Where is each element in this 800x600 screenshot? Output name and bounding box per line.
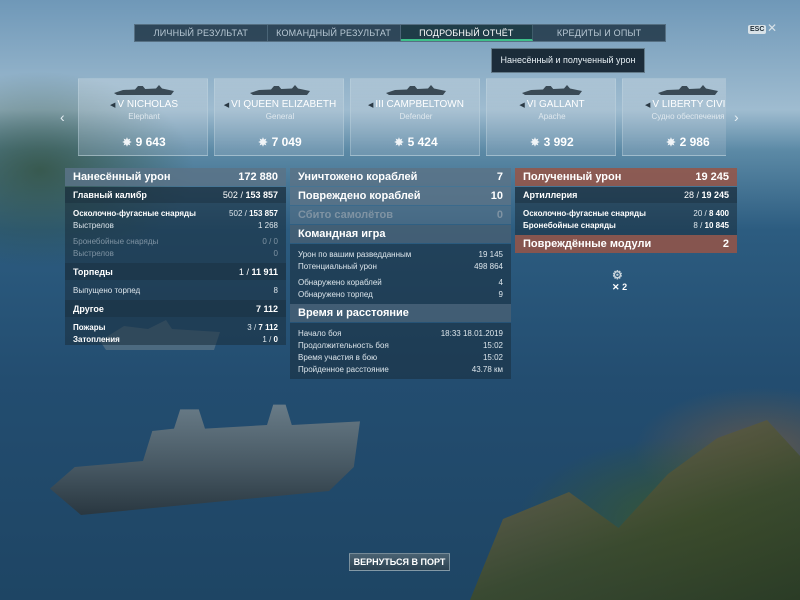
ship-name: CAMPBELTOWN bbox=[386, 99, 464, 110]
ship-damage: 9 643 bbox=[135, 135, 166, 149]
ship-silhouette bbox=[522, 85, 582, 95]
ship-damage: 7 049 bbox=[271, 135, 302, 149]
damage-icon: ✸ bbox=[394, 137, 404, 149]
battle-stats-panel: Уничтожено кораблей 7 Повреждено корабле… bbox=[290, 168, 511, 379]
other-damage-row: Другое 7 112 bbox=[65, 300, 286, 317]
participation-time-row: Время участия в бою 15:02 bbox=[290, 351, 511, 363]
ship-silhouette bbox=[114, 85, 174, 95]
distance-traveled-row: Пройденное расстояние 43.78 км bbox=[290, 363, 511, 375]
damage-dealt-panel: Нанесённый урон 172 880 Главный калибр 5… bbox=[65, 168, 286, 345]
close-icon[interactable]: ✕ bbox=[767, 22, 777, 34]
damaged-ships-carousel: ◀ V NICHOLAS Elephant ✸ 9 643 ◀ VI QUEEN EL… bbox=[78, 78, 726, 156]
ship-card[interactable]: ◀ VI GALLANT Apache ✸ 3 992 bbox=[486, 78, 616, 156]
spotting-damage-row: Урон по вашим разведданным 19 145 bbox=[290, 248, 511, 260]
ship-name: LIBERTY CIVIL bbox=[661, 99, 726, 110]
main-battery-row: Главный калибр 502 / 153 857 bbox=[65, 187, 286, 203]
torpedoes-fired-row: Выпущено торпед 8 bbox=[65, 284, 286, 296]
damage-icon: ✸ bbox=[258, 137, 268, 149]
player-name: Elephant bbox=[128, 112, 160, 121]
teamplay-section-title: Командная игра bbox=[290, 225, 511, 243]
ship-damage: 2 986 bbox=[679, 135, 710, 149]
damage-received-header: Полученный урон 19 245 bbox=[515, 168, 737, 186]
ship-card[interactable]: ◀ V NICHOLAS Elephant ✸ 9 643 bbox=[78, 78, 208, 156]
tab-personal-result[interactable]: ЛИЧНЫЙ РЕЗУЛЬТАТ bbox=[135, 25, 268, 41]
artillery-row: Артиллерия 28 / 19 245 bbox=[515, 187, 737, 203]
received-he-row: Осколочно-фугасные снаряды 20 / 8 400 bbox=[515, 207, 737, 219]
destroyer-icon: ◀ bbox=[110, 102, 116, 109]
time-distance-section-title: Время и расстояние bbox=[290, 304, 511, 322]
ap-shells-row: Бронебойные снаряды 0 / 0 bbox=[65, 235, 286, 247]
esc-key-hint[interactable]: ESC bbox=[748, 25, 767, 34]
ship-tier: VI bbox=[526, 99, 537, 110]
ship-silhouette bbox=[250, 85, 310, 95]
player-name: Apache bbox=[538, 112, 566, 121]
fires-row: Пожары 3 / 7 112 bbox=[65, 321, 286, 333]
ship-card[interactable]: ◀ III CAMPBELTOWN Defender ✸ 5 424 bbox=[350, 78, 480, 156]
background-rocks bbox=[470, 420, 800, 600]
battleship-icon: ◀ bbox=[223, 102, 230, 109]
tab-credits-xp[interactable]: КРЕДИТЫ И ОПЫТ bbox=[533, 25, 665, 41]
ships-damaged-row: Повреждено кораблей 10 bbox=[290, 187, 511, 205]
player-name: Судно обеспечения bbox=[651, 112, 725, 121]
planes-shot-down-row: Сбито самолётов 0 bbox=[290, 206, 511, 224]
carousel-prev-icon[interactable]: ‹ bbox=[60, 110, 65, 124]
tooltip: Нанесённый и полученный урон bbox=[491, 48, 645, 73]
ship-name: QUEEN ELIZABETH bbox=[243, 99, 337, 110]
damage-icon: ✸ bbox=[530, 137, 540, 149]
module-x-icon: ✕ bbox=[612, 282, 620, 292]
he-shots-row: Выстрелов 1 268 bbox=[65, 219, 286, 231]
ship-silhouette bbox=[386, 85, 446, 95]
module-damage-indicator: ⚙ ✕ 2 bbox=[612, 268, 636, 296]
player-name: General bbox=[265, 112, 295, 121]
ship-tier: VI bbox=[231, 99, 241, 110]
carousel-next-icon[interactable]: › bbox=[734, 110, 739, 124]
battle-duration-row: Продолжительность боя 15:02 bbox=[290, 339, 511, 351]
damage-dealt-header: Нанесённый урон 172 880 bbox=[65, 168, 286, 186]
tab-team-result[interactable]: КОМАНДНЫЙ РЕЗУЛЬТАТ bbox=[268, 25, 401, 41]
background-ship bbox=[50, 404, 360, 515]
torpedoes-spotted-row: Обнаружено торпед 9 bbox=[290, 288, 511, 300]
battle-start-row: Начало боя 18:33 18.01.2019 bbox=[290, 327, 511, 339]
destroyer-icon: ◀ bbox=[368, 102, 374, 109]
result-tabs: ЛИЧНЫЙ РЕЗУЛЬТАТ КОМАНДНЫЙ РЕЗУЛЬТАТ ПОД… bbox=[134, 24, 666, 42]
damaged-modules-header: Повреждённые модули 2 bbox=[515, 235, 737, 253]
ship-tier: V bbox=[652, 99, 660, 110]
transport-icon: ◀ bbox=[645, 102, 651, 109]
torpedoes-row: Торпеды 1 / 11 911 bbox=[65, 263, 286, 280]
tab-detailed-report[interactable]: ПОДРОБНЫЙ ОТЧЁТ bbox=[400, 25, 534, 41]
received-ap-row: Бронебойные снаряды 8 / 10 845 bbox=[515, 219, 737, 231]
ship-name: NICHOLAS bbox=[126, 99, 178, 110]
destroyer-icon: ◀ bbox=[519, 102, 525, 109]
gear-icon: ⚙ bbox=[612, 268, 623, 282]
ship-silhouette bbox=[658, 85, 718, 95]
ship-tier: V bbox=[117, 99, 125, 110]
ship-name: GALLANT bbox=[539, 99, 585, 110]
damage-icon: ✸ bbox=[666, 137, 676, 149]
ships-spotted-row: Обнаружено кораблей 4 bbox=[290, 276, 511, 288]
potential-damage-row: Потенциальный урон 498 864 bbox=[290, 260, 511, 272]
damage-icon: ✸ bbox=[122, 137, 132, 149]
ships-destroyed-row: Уничтожено кораблей 7 bbox=[290, 168, 511, 186]
player-name: Defender bbox=[399, 112, 433, 121]
ap-shots-row: Выстрелов 0 bbox=[65, 247, 286, 259]
ship-damage: 5 424 bbox=[407, 135, 438, 149]
ship-tier: III bbox=[375, 99, 384, 110]
damage-received-panel: Полученный урон 19 245 Артиллерия 28 / 1… bbox=[515, 168, 737, 254]
ship-card[interactable]: ◀ V LIBERTY CIVIL Судно обеспечения ✸ 2 98… bbox=[622, 78, 726, 156]
ship-damage: 3 992 bbox=[543, 135, 574, 149]
floods-row: Затопления 1 / 0 bbox=[65, 333, 286, 345]
return-to-port-button[interactable]: ВЕРНУТЬСЯ В ПОРТ bbox=[349, 553, 450, 571]
ship-card[interactable]: ◀ VI QUEEN ELIZABETH General ✸ 7 049 bbox=[214, 78, 344, 156]
he-shells-row: Осколочно-фугасные снаряды 502 / 153 857 bbox=[65, 207, 286, 219]
